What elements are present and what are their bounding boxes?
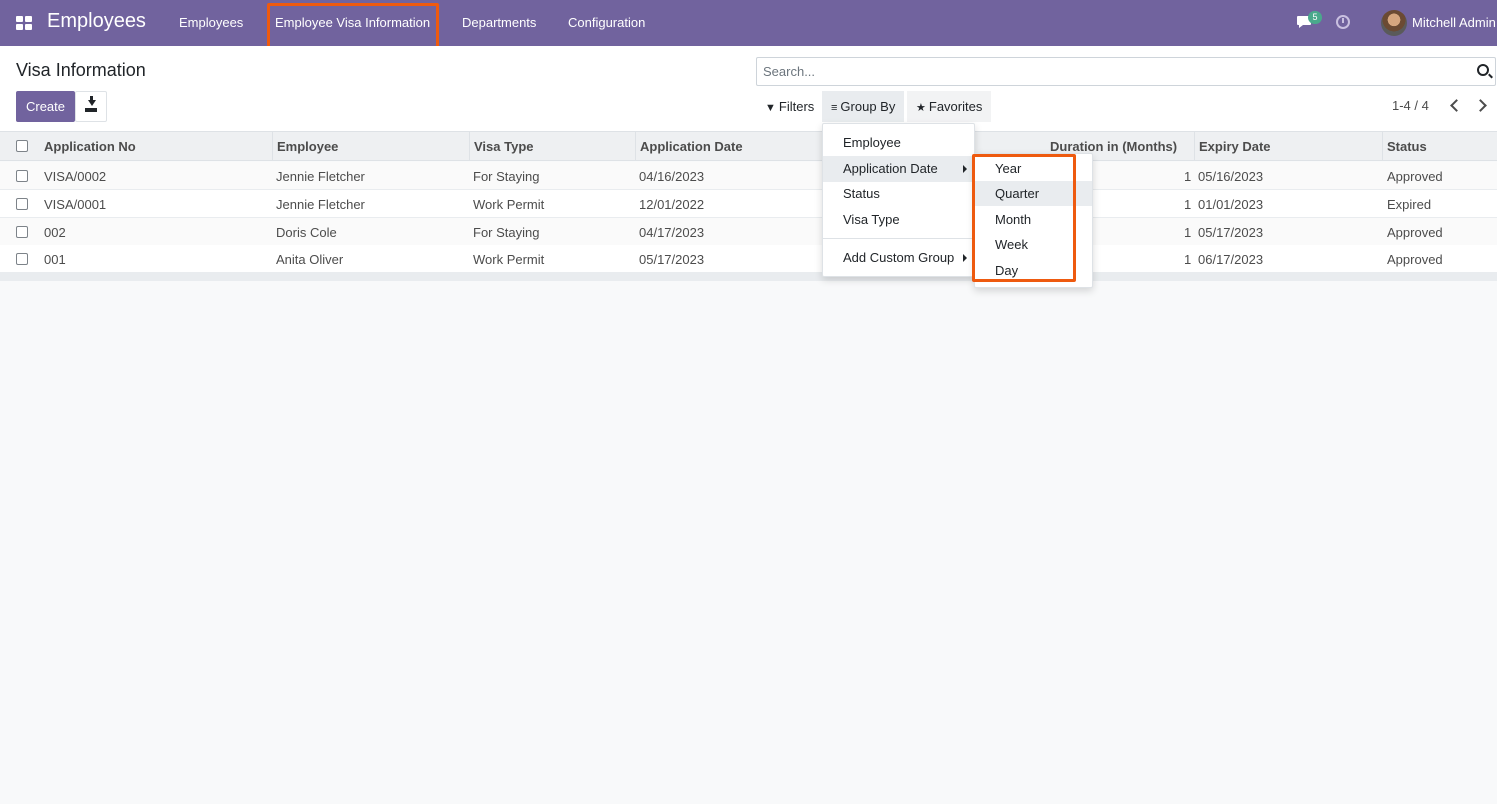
cell-status: Approved: [1387, 169, 1443, 184]
groupby-dropdown: Employee Application Date Status Visa Ty…: [822, 123, 975, 277]
cell-duration: 1: [1184, 252, 1192, 267]
groupby-option-label: Application Date: [843, 161, 938, 176]
cell-expiry-date: 05/17/2023: [1198, 225, 1264, 240]
add-custom-group-label: Add Custom Group: [843, 250, 955, 265]
pager-value[interactable]: 1-4 / 4: [1392, 98, 1429, 113]
cell-duration: 1: [1184, 169, 1192, 184]
row-checkbox[interactable]: [16, 226, 28, 238]
column-visa-type[interactable]: Visa Type: [474, 139, 534, 154]
cell-expiry-date: 05/16/2023: [1198, 169, 1264, 184]
app-brand[interactable]: Employees: [47, 10, 146, 33]
dropdown-divider: [823, 238, 974, 239]
groupby-option-application-date[interactable]: Application Date: [823, 156, 974, 182]
groupby-label: Group By: [840, 99, 896, 114]
page-title: Visa Information: [16, 60, 146, 80]
column-expiry-date[interactable]: Expiry Date: [1199, 139, 1271, 154]
download-icon: [90, 96, 93, 102]
column-application-date[interactable]: Application Date: [640, 139, 743, 154]
cell-application-no: 002: [44, 225, 66, 240]
create-button[interactable]: Create: [16, 91, 75, 122]
cell-application-date: 04/16/2023: [639, 169, 705, 184]
user-avatar[interactable]: [1381, 10, 1407, 36]
table-row[interactable]: 001 Anita Oliver Work Permit 05/17/2023 …: [0, 245, 1497, 273]
cell-status: Approved: [1387, 225, 1443, 240]
column-divider[interactable]: [469, 132, 470, 161]
column-duration[interactable]: Duration in (Months): [1050, 139, 1177, 154]
nav-departments[interactable]: Departments: [462, 15, 536, 30]
control-panel: Visa Information Create ▼Filters ≡Group …: [0, 46, 1497, 132]
cell-employee: Jennie Fletcher: [276, 169, 365, 184]
filters-button[interactable]: ▼ Filters: [756, 91, 823, 122]
nav-configuration[interactable]: Configuration: [568, 15, 645, 30]
search-bar[interactable]: [756, 57, 1496, 86]
column-divider[interactable]: [635, 132, 636, 161]
favorites-button[interactable]: ★ Favorites: [907, 91, 992, 122]
cell-status: Expired: [1387, 197, 1432, 212]
pager-next-icon[interactable]: [1474, 99, 1487, 112]
column-status[interactable]: Status: [1387, 139, 1427, 154]
cell-visa-type: Work Permit: [473, 252, 545, 267]
column-divider[interactable]: [1382, 132, 1383, 161]
table-row[interactable]: VISA/0002 Jennie Fletcher For Staying 04…: [0, 162, 1497, 190]
groupby-option-status[interactable]: Status: [823, 181, 974, 207]
column-divider[interactable]: [272, 132, 273, 161]
download-button[interactable]: [75, 91, 107, 122]
row-checkbox[interactable]: [16, 170, 28, 182]
groupby-option-employee[interactable]: Employee: [823, 130, 974, 156]
column-divider[interactable]: [1194, 132, 1195, 161]
add-custom-group[interactable]: Add Custom Group: [823, 245, 974, 271]
table-row[interactable]: VISA/0001 Jennie Fletcher Work Permit 12…: [0, 190, 1497, 218]
cell-status: Approved: [1387, 252, 1443, 267]
cell-expiry-date: 01/01/2023: [1198, 197, 1264, 212]
row-checkbox[interactable]: [16, 253, 28, 265]
select-all-checkbox[interactable]: [16, 140, 28, 152]
groupby-option-visa-type[interactable]: Visa Type: [823, 207, 974, 233]
cell-duration: 1: [1184, 225, 1192, 240]
user-name[interactable]: Mitchell Admin: [1412, 15, 1496, 30]
cell-visa-type: Work Permit: [473, 197, 545, 212]
apps-grid-icon[interactable]: [16, 16, 32, 30]
activity-clock-icon[interactable]: [1336, 15, 1350, 29]
column-application-no[interactable]: Application No: [44, 139, 136, 154]
cell-application-date: 05/17/2023: [639, 252, 705, 267]
cell-employee: Doris Cole: [276, 225, 337, 240]
cell-visa-type: For Staying: [473, 225, 540, 240]
filter-icon: ▼: [765, 102, 776, 114]
groupby-bars-icon: ≡: [831, 102, 838, 114]
cell-application-no: VISA/0002: [44, 169, 107, 184]
cell-visa-type: For Staying: [473, 169, 540, 184]
star-icon: ★: [916, 102, 926, 114]
messages-count-badge: 5: [1308, 11, 1322, 24]
cell-employee: Anita Oliver: [276, 252, 344, 267]
cell-application-date: 12/01/2022: [639, 197, 705, 212]
cell-application-no: 001: [44, 252, 66, 267]
cell-application-no: VISA/0001: [44, 197, 107, 212]
cell-expiry-date: 06/17/2023: [1198, 252, 1264, 267]
caret-right-icon: [963, 254, 967, 262]
top-navbar: Employees Employees Employee Visa Inform…: [0, 0, 1497, 46]
caret-right-icon: [963, 165, 967, 173]
cell-employee: Jennie Fletcher: [276, 197, 365, 212]
nav-employees[interactable]: Employees: [179, 15, 243, 30]
submenu-highlight-box: [972, 154, 1076, 282]
cell-duration: 1: [1184, 197, 1192, 212]
filters-label: Filters: [778, 99, 815, 114]
table-footer: [0, 273, 1497, 281]
search-input[interactable]: [763, 64, 1463, 79]
groupby-button[interactable]: ≡ Group By: [822, 91, 905, 122]
row-checkbox[interactable]: [16, 198, 28, 210]
search-icon[interactable]: [1477, 64, 1489, 76]
column-employee[interactable]: Employee: [277, 139, 338, 154]
table-header: Application No Employee Visa Type Applic…: [0, 132, 1497, 161]
table-row[interactable]: 002 Doris Cole For Staying 04/17/2023 1 …: [0, 218, 1497, 246]
favorites-label: Favorites: [928, 99, 983, 114]
cell-application-date: 04/17/2023: [639, 225, 705, 240]
pager-previous-icon[interactable]: [1450, 99, 1463, 112]
